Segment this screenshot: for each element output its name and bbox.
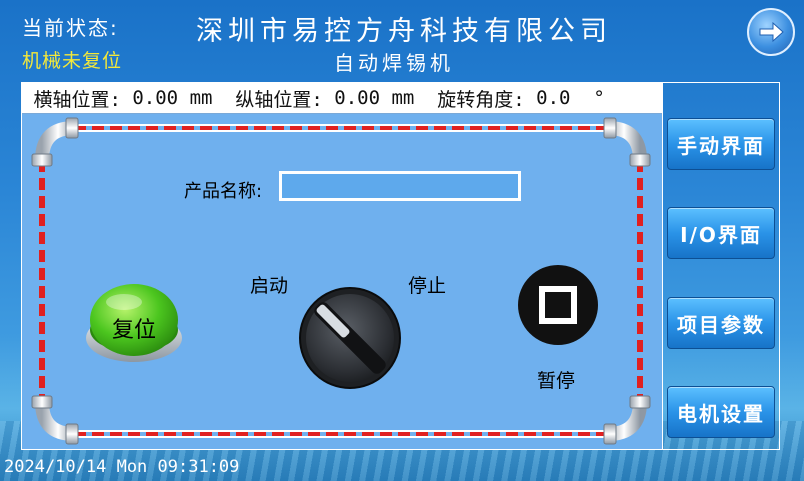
reset-button[interactable]: [84, 280, 184, 364]
pause-label: 暂停: [537, 370, 576, 392]
io-screen-button[interactable]: I/O界面: [667, 207, 775, 259]
x-axis-label: 横轴位置:: [33, 88, 121, 111]
rotation-value: 0.0: [536, 87, 571, 109]
status-value: 机械未复位: [22, 50, 123, 72]
start-label: 启动: [250, 275, 289, 297]
rotation-unit: °: [593, 87, 605, 109]
company-title: 深圳市易控方舟科技有限公司: [196, 16, 612, 47]
next-page-button[interactable]: [747, 8, 795, 56]
status-label: 当前状态:: [22, 16, 119, 40]
manual-screen-button[interactable]: 手动界面: [667, 118, 775, 170]
x-axis-value: 0.00: [132, 87, 179, 109]
rotation-label: 旋转角度:: [437, 88, 525, 111]
side-divider: [662, 83, 663, 449]
motor-settings-button[interactable]: 电机设置: [667, 386, 775, 438]
machine-title: 自动焊锡机: [334, 51, 454, 75]
y-axis-unit: mm: [391, 87, 415, 109]
y-axis-label: 纵轴位置:: [235, 88, 323, 111]
position-bar: 横轴位置: 0.00 mm 纵轴位置: 0.00 mm 旋转角度: 0.0 °: [22, 83, 662, 114]
product-name-label: 产品名称:: [184, 181, 263, 202]
start-stop-selector-switch[interactable]: [298, 286, 402, 390]
stop-label: 停止: [408, 275, 447, 297]
datetime-display: 2024/10/14 Mon 09:31:09: [4, 457, 240, 477]
product-name-input[interactable]: [279, 171, 521, 201]
y-axis-value: 0.00: [334, 87, 381, 109]
x-axis-unit: mm: [189, 87, 213, 109]
pause-button[interactable]: [517, 264, 599, 346]
arrow-right-icon: [759, 21, 784, 43]
project-params-button[interactable]: 项目参数: [667, 297, 775, 349]
stop-square-icon: [539, 286, 577, 324]
